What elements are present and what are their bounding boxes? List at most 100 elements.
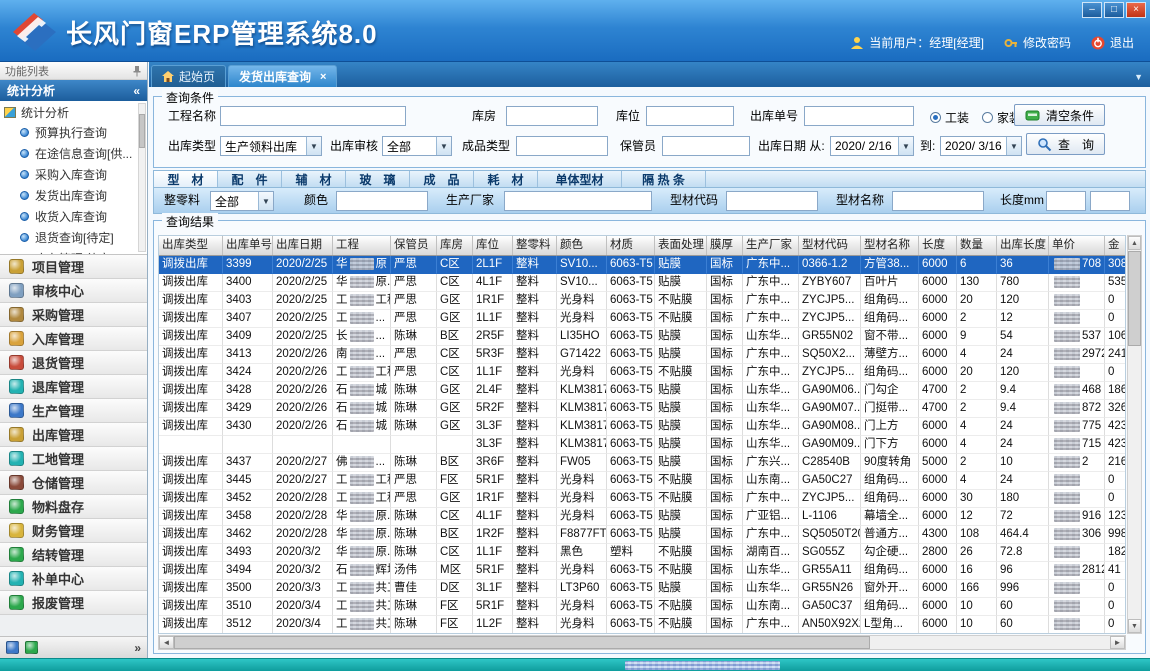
sidebar-item-12[interactable]: 结转管理 [0, 543, 147, 567]
table-row[interactable]: 调拨出库33992020/2/25华原严思C区2L1F整料SV10...6063… [159, 256, 1125, 274]
table-row[interactable]: 调拨出库35002020/3/3工共工程曹佳D区3L1F整料LT3P606063… [159, 580, 1125, 598]
radio-gongzhuang[interactable]: 工装 [930, 109, 969, 126]
column-header-0[interactable]: 出库类型 [159, 236, 223, 255]
vertical-scrollbar[interactable]: ▲ ▼ [1127, 235, 1142, 634]
sidebar-item-13[interactable]: 补单中心 [0, 567, 147, 591]
tab-home[interactable]: 起始页 [151, 65, 226, 87]
minimize-button[interactable]: – [1082, 2, 1102, 18]
table-row[interactable]: 调拨出库34072020/2/25工...严思G区1L1F整料光身料6063-T… [159, 310, 1125, 328]
table-row[interactable]: 调拨出库34002020/2/25华原...严思C区4L1F整料SV10...6… [159, 274, 1125, 292]
column-header-8[interactable]: 颜色 [557, 236, 607, 255]
tree-item-0[interactable]: 预算执行查询 [2, 122, 137, 143]
table-row[interactable]: 调拨出库35102020/3/4工共工程陈琳F区5R1F整料光身料6063-T5… [159, 598, 1125, 616]
column-header-13[interactable]: 型材代码 [799, 236, 861, 255]
table-row[interactable]: 调拨出库34932020/3/2华原...陈琳C区1L1F整料黑色塑料不贴膜国标… [159, 544, 1125, 562]
warehouse-input[interactable] [506, 106, 598, 126]
scroll-left-icon[interactable]: ◄ [159, 636, 174, 649]
column-header-14[interactable]: 型材名称 [861, 236, 919, 255]
tree-item-2[interactable]: 采购入库查询 [2, 164, 137, 185]
whole-part-select[interactable]: 全部▼ [210, 191, 274, 211]
column-header-10[interactable]: 表面处理 [655, 236, 707, 255]
maximize-button[interactable]: □ [1104, 2, 1124, 18]
sidebar-item-2[interactable]: 采购管理 [0, 303, 147, 327]
expand-icon[interactable]: » [134, 641, 141, 655]
folder-icon[interactable] [25, 641, 38, 654]
table-row[interactable]: 调拨出库34302020/2/26石城陈琳G区3L3F整料KLM38176063… [159, 418, 1125, 436]
order-no-input[interactable] [804, 106, 914, 126]
profile-name-input[interactable] [892, 191, 984, 211]
close-button[interactable]: × [1126, 2, 1146, 18]
material-tab-1[interactable]: 配 件 [218, 171, 282, 187]
collapse-icon[interactable]: « [133, 84, 140, 98]
date-from-picker[interactable]: 2020/ 2/16▼ [830, 136, 914, 156]
location-input[interactable] [646, 106, 734, 126]
sidebar-item-1[interactable]: 审核中心 [0, 279, 147, 303]
tree-root[interactable]: 统计分析 [2, 103, 137, 122]
sidebar-item-7[interactable]: 出库管理 [0, 423, 147, 447]
column-header-2[interactable]: 出库日期 [273, 236, 333, 255]
column-header-7[interactable]: 整零料 [513, 236, 557, 255]
tab-dropdown-icon[interactable]: ▼ [1134, 72, 1143, 82]
material-tab-0[interactable]: 型 材 [154, 171, 218, 187]
column-header-1[interactable]: 出库单号 [223, 236, 273, 255]
column-header-3[interactable]: 工程 [333, 236, 391, 255]
column-header-17[interactable]: 出库长度 [997, 236, 1049, 255]
sidebar-item-4[interactable]: 退货管理 [0, 351, 147, 375]
tree-item-4[interactable]: 收货入库查询 [2, 206, 137, 227]
pin-icon[interactable] [132, 65, 142, 77]
color-input[interactable] [336, 191, 428, 211]
sidebar-item-3[interactable]: 入库管理 [0, 327, 147, 351]
tree-item-5[interactable]: 退货查询[待定] [2, 227, 137, 248]
column-header-18[interactable]: 单价 [1049, 236, 1105, 255]
column-header-5[interactable]: 库房 [437, 236, 473, 255]
length-max-input[interactable] [1090, 191, 1130, 211]
table-row[interactable]: 调拨出库34092020/2/25长...陈琳B区2R5F整料LI35HO606… [159, 328, 1125, 346]
scroll-down-icon[interactable]: ▼ [1128, 619, 1141, 633]
sidebar-item-11[interactable]: 财务管理 [0, 519, 147, 543]
scroll-up-icon[interactable]: ▲ [1128, 236, 1141, 250]
material-tab-5[interactable]: 耗 材 [474, 171, 538, 187]
sidebar-item-10[interactable]: 物料盘存 [0, 495, 147, 519]
material-tab-6[interactable]: 单体型材 [538, 171, 622, 187]
table-row[interactable]: 调拨出库34522020/2/28工工程严思G区1R1F整料光身料6063-T5… [159, 490, 1125, 508]
column-header-4[interactable]: 保管员 [391, 236, 437, 255]
table-row[interactable]: 3L3F整料KLM38176063-T5贴膜国标山东华...GA90M09...… [159, 436, 1125, 454]
tree-scrollbar[interactable] [138, 103, 146, 252]
length-min-input[interactable] [1046, 191, 1086, 211]
sidebar-item-8[interactable]: 工地管理 [0, 447, 147, 471]
date-to-picker[interactable]: 2020/ 3/16▼ [940, 136, 1022, 156]
table-row[interactable]: 调拨出库34452020/2/27工工程严思F区5R1F整料光身料6063-T5… [159, 472, 1125, 490]
scroll-right-icon[interactable]: ► [1110, 636, 1125, 649]
sidebar-item-0[interactable]: 项目管理 [0, 255, 147, 279]
column-header-16[interactable]: 数量 [957, 236, 997, 255]
column-header-6[interactable]: 库位 [473, 236, 513, 255]
sidebar-item-6[interactable]: 生产管理 [0, 399, 147, 423]
table-row[interactable]: 调拨出库35122020/3/4工共工程陈琳F区1L2F整料光身料6063-T5… [159, 616, 1125, 634]
column-header-11[interactable]: 膜厚 [707, 236, 743, 255]
material-tab-3[interactable]: 玻 璃 [346, 171, 410, 187]
material-tab-7[interactable]: 隔 热 条 [622, 171, 706, 187]
out-type-select[interactable]: 生产领料出库▼ [220, 136, 322, 156]
table-row[interactable]: 调拨出库34032020/2/25工工程严思G区1R1F整料光身料6063-T5… [159, 292, 1125, 310]
search-button[interactable]: 查 询 [1026, 133, 1105, 155]
project-name-input[interactable] [220, 106, 406, 126]
tree-scrollbar-thumb[interactable] [139, 114, 145, 148]
computer-icon[interactable] [6, 641, 19, 654]
sidebar-item-14[interactable]: 报废管理 [0, 591, 147, 615]
column-header-9[interactable]: 材质 [607, 236, 655, 255]
table-row[interactable]: 调拨出库34942020/3/2石辉城汤伟M区5R1F整料光身料6063-T5不… [159, 562, 1125, 580]
table-row[interactable]: 调拨出库34582020/2/28华原...陈琳C区4L1F整料光身料6063-… [159, 508, 1125, 526]
table-row[interactable]: 调拨出库34292020/2/26石城陈琳G区5R2F整料KLM38176063… [159, 400, 1125, 418]
table-row[interactable]: 调拨出库34132020/2/26南...严思C区5R3F整料G71422606… [159, 346, 1125, 364]
sidebar-item-9[interactable]: 仓储管理 [0, 471, 147, 495]
profile-code-input[interactable] [726, 191, 818, 211]
horizontal-scrollbar[interactable]: ◄ ► [158, 635, 1126, 650]
change-password-button[interactable]: 修改密码 [1004, 34, 1071, 51]
column-header-12[interactable]: 生产厂家 [743, 236, 799, 255]
audit-select[interactable]: 全部▼ [382, 136, 452, 156]
table-row[interactable]: 调拨出库34282020/2/26石城陈琳G区2L4F整料KLM38176063… [159, 382, 1125, 400]
product-type-input[interactable] [516, 136, 608, 156]
tree-item-3[interactable]: 发货出库查询 [2, 185, 137, 206]
vertical-scrollbar-thumb[interactable] [1128, 251, 1141, 346]
material-tab-2[interactable]: 辅 材 [282, 171, 346, 187]
